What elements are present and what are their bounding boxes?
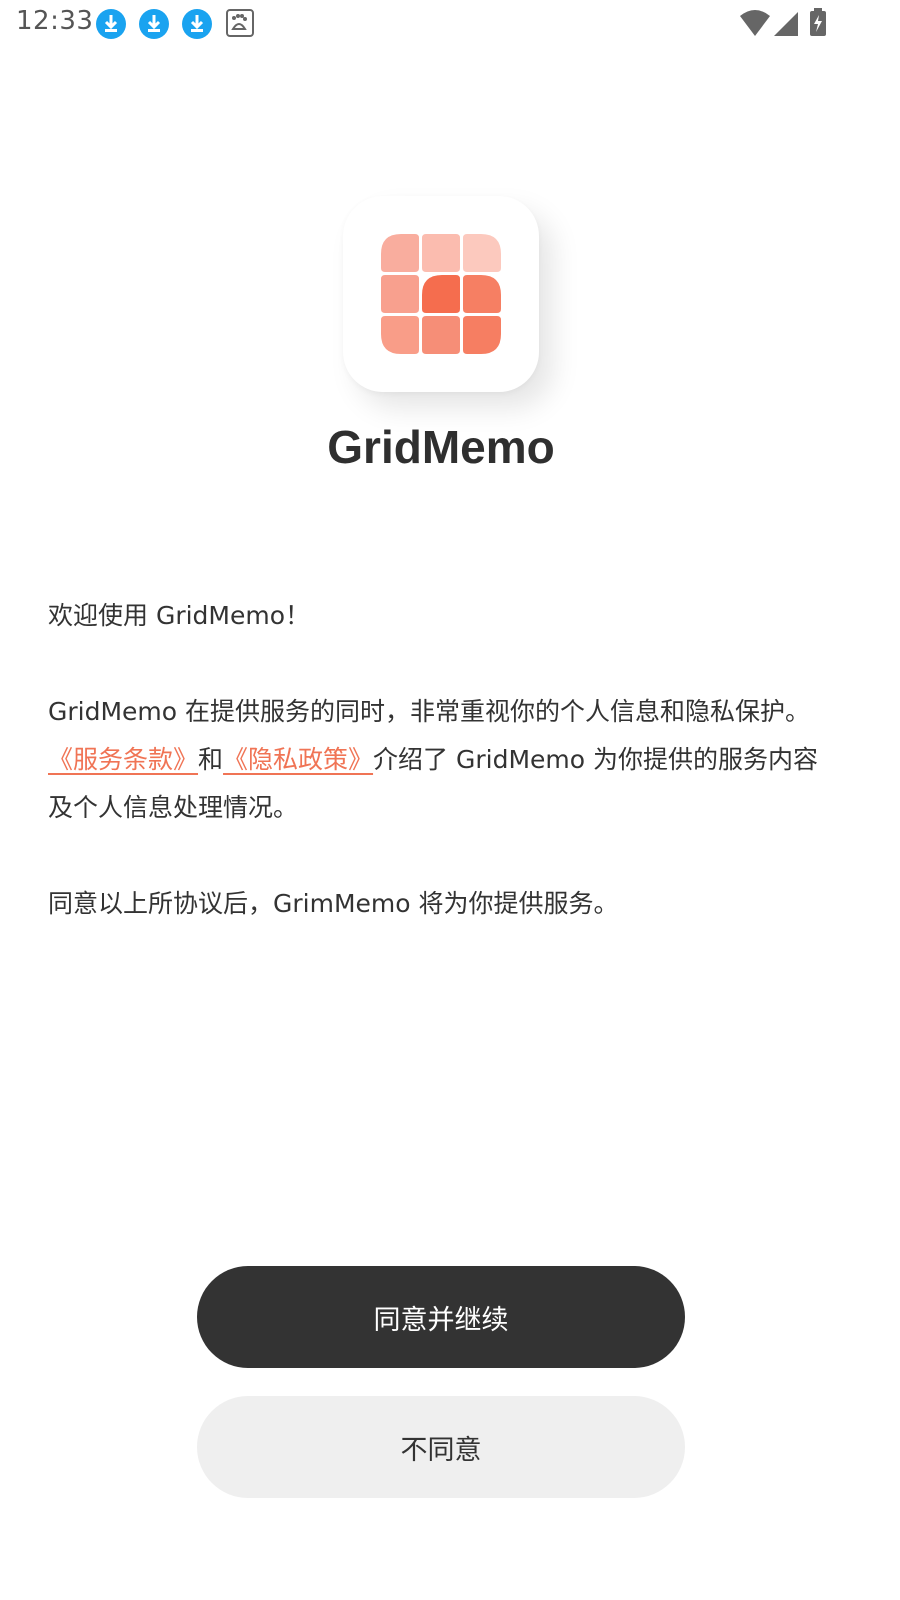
- consent-text: 同意以上所协议后，GrimMemo 将为你提供服务。: [48, 889, 619, 918]
- battery-charging-icon: [810, 8, 826, 36]
- logo-cell: [463, 275, 501, 313]
- wifi-icon: [740, 10, 770, 36]
- disagree-button[interactable]: 不同意: [197, 1396, 685, 1498]
- app-name: GridMemo: [327, 421, 555, 473]
- logo-cell: [381, 275, 419, 313]
- logo-cell: [381, 234, 419, 272]
- app-logo: [343, 196, 539, 392]
- logo-cell: [463, 316, 501, 354]
- privacy-text-part1: GridMemo 在提供服务的同时，非常重视你的个人信息和隐私保护。: [48, 697, 811, 726]
- download-icon: [96, 9, 126, 39]
- baidu-icon: [226, 9, 254, 37]
- agreement-text: 欢迎使用 GridMemo！ GridMemo 在提供服务的同时，非常重视你的个…: [48, 592, 838, 976]
- download-icon: [139, 9, 169, 39]
- logo-cell: [422, 316, 460, 354]
- grid-logo-icon: [381, 234, 501, 354]
- agree-continue-button[interactable]: 同意并继续: [197, 1266, 685, 1368]
- status-time: 12:33: [16, 6, 94, 36]
- logo-cell: [381, 316, 419, 354]
- cellular-signal-icon: [774, 12, 798, 36]
- status-bar: 12:33: [0, 0, 900, 48]
- welcome-text: 欢迎使用 GridMemo！: [48, 601, 311, 630]
- download-icon: [182, 9, 212, 39]
- conjunction-text: 和: [198, 745, 224, 774]
- logo-cell: [463, 234, 501, 272]
- logo-cell: [422, 275, 460, 313]
- logo-cell: [422, 234, 460, 272]
- privacy-paragraph: GridMemo 在提供服务的同时，非常重视你的个人信息和隐私保护。《服务条款》…: [48, 688, 838, 832]
- terms-of-service-link[interactable]: 《服务条款》: [48, 745, 198, 774]
- privacy-policy-link[interactable]: 《隐私政策》: [223, 745, 373, 774]
